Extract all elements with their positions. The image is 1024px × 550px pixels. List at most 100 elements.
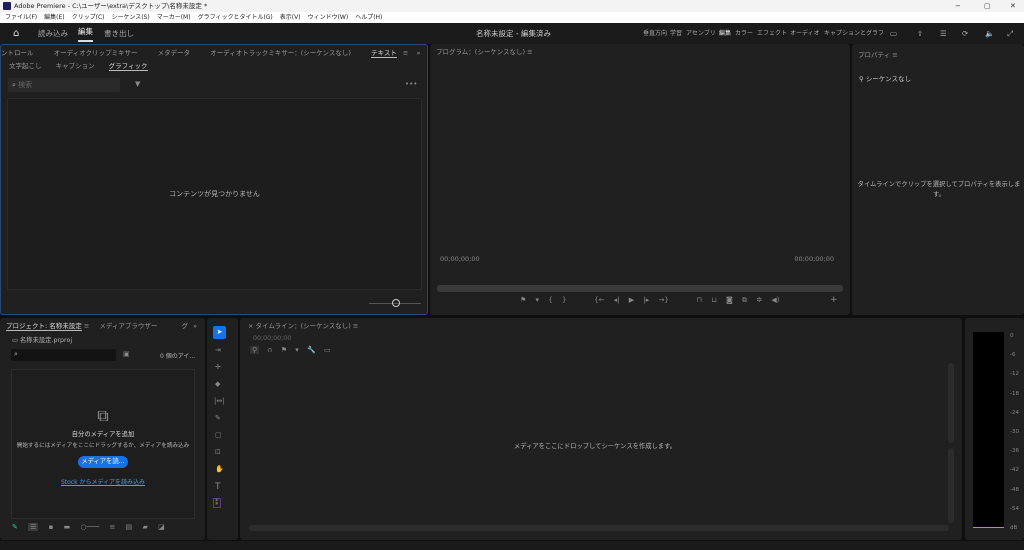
menu-view[interactable]: 表示(V) bbox=[280, 14, 301, 21]
go-to-in-icon[interactable]: {← bbox=[594, 296, 604, 304]
video-track-scrollbar[interactable] bbox=[948, 363, 954, 443]
subtab-transcript[interactable]: 文字起こし bbox=[9, 62, 42, 70]
tab-metadata[interactable]: メタデータ bbox=[158, 49, 191, 57]
workspace-effects[interactable]: エフェクト bbox=[757, 23, 787, 44]
crop-tool-icon[interactable]: ⊡ bbox=[215, 448, 221, 456]
quick-export-icon[interactable]: ☰ bbox=[940, 23, 947, 44]
selection-tool-icon[interactable]: ➤ bbox=[213, 326, 226, 339]
slip-tool-icon[interactable]: |↔| bbox=[214, 397, 225, 405]
camera-icon[interactable]: ◙ bbox=[726, 296, 733, 304]
sort-icon[interactable]: ≡ bbox=[109, 523, 115, 531]
import-media-button[interactable]: メディアを読... bbox=[78, 456, 128, 468]
new-bin-icon[interactable]: ▣ bbox=[123, 350, 130, 358]
media-drop-area[interactable]: ⧉ 自分のメディアを追加 開始するにはメディアをここにドラッグするか、メディアを… bbox=[11, 369, 195, 519]
new-bin-icon[interactable]: ▰ bbox=[142, 523, 147, 531]
more-options-icon[interactable]: ••• bbox=[405, 80, 417, 88]
volume-icon[interactable]: 🔈 bbox=[985, 23, 994, 44]
hand-tool-icon[interactable]: ✋ bbox=[215, 465, 224, 473]
add-marker-icon[interactable]: ▾ bbox=[536, 296, 540, 304]
tab-edit[interactable]: 編集 bbox=[78, 23, 93, 42]
play-icon[interactable]: ▶ bbox=[629, 296, 634, 304]
list-view-icon[interactable]: ☰ bbox=[28, 523, 39, 531]
step-forward-icon[interactable]: |▸ bbox=[643, 296, 649, 304]
fullscreen-icon[interactable]: ⤢ bbox=[1007, 23, 1013, 44]
icon-view-icon[interactable]: ▪ bbox=[49, 523, 54, 531]
workspace-captions[interactable]: キャプションとグラフ bbox=[824, 23, 884, 44]
close-button[interactable]: ✕ bbox=[1010, 0, 1016, 12]
menu-graphics[interactable]: グラフィックとタイトル(G) bbox=[198, 14, 273, 21]
add-marker-icon[interactable]: ▾ bbox=[295, 346, 299, 354]
slider-handle[interactable] bbox=[392, 299, 400, 307]
audio-icon[interactable]: ◀) bbox=[771, 296, 779, 304]
panel-layout-icon[interactable]: ▭ bbox=[890, 23, 897, 44]
panel-menu-icon[interactable]: ≡ bbox=[527, 48, 532, 56]
ripple-edit-tool-icon[interactable]: ✛ bbox=[215, 363, 221, 371]
tab-media-browser[interactable]: メディアブラウザー bbox=[99, 322, 157, 330]
audio-track-scrollbar[interactable] bbox=[948, 448, 954, 523]
freeform-view-icon[interactable]: ▬ bbox=[64, 523, 71, 531]
tab-audio-track-mixer[interactable]: オーディオトラックミキサー：(シーケンスなし) bbox=[210, 49, 351, 57]
subtab-graphics[interactable]: グラフィック bbox=[108, 62, 148, 71]
maximize-button[interactable]: ▢ bbox=[984, 0, 991, 12]
more-tabs-icon[interactable]: » bbox=[416, 49, 420, 57]
add-button-icon[interactable]: + bbox=[830, 295, 838, 305]
workspace-vertical[interactable]: 垂直方向 bbox=[643, 23, 667, 44]
captions-icon[interactable]: ▭ bbox=[324, 346, 331, 354]
wrench-icon[interactable]: 🔧 bbox=[307, 346, 316, 354]
tab-export[interactable]: 書き出し bbox=[104, 23, 134, 44]
go-to-out-icon[interactable]: →} bbox=[659, 296, 669, 304]
search-input[interactable]: ⌕ 検索 bbox=[8, 78, 120, 92]
stock-import-link[interactable]: Stock からメディアを読み込み bbox=[12, 477, 194, 486]
lift-icon[interactable]: ⊓ bbox=[697, 296, 702, 304]
minimize-button[interactable]: − bbox=[955, 0, 961, 12]
tab-graphics-truncated[interactable]: グ bbox=[182, 322, 189, 330]
horizontal-zoom-scrollbar[interactable] bbox=[249, 525, 949, 531]
subtab-captions[interactable]: キャプション bbox=[56, 62, 95, 70]
panel-menu-icon[interactable]: ≡ bbox=[403, 49, 408, 57]
more-tabs-icon[interactable]: » bbox=[193, 322, 197, 330]
settings-icon[interactable]: ✲ bbox=[756, 296, 762, 304]
timeline-timecode[interactable]: 00;00;00;00 bbox=[253, 335, 291, 342]
project-search-input[interactable]: ⌕ bbox=[11, 349, 116, 361]
panel-menu-icon[interactable]: ≡ bbox=[892, 51, 897, 59]
type-tool-icon[interactable]: T bbox=[215, 482, 221, 492]
workspace-assembly[interactable]: アセンブリ bbox=[686, 23, 716, 44]
menu-file[interactable]: ファイル(F) bbox=[5, 14, 37, 21]
workspace-learn[interactable]: 学習 bbox=[670, 23, 682, 44]
snap-icon[interactable]: ∩ bbox=[267, 346, 272, 354]
extract-icon[interactable]: ⊔ bbox=[711, 296, 716, 304]
compare-icon[interactable]: ⧉ bbox=[742, 296, 747, 304]
automate-icon[interactable]: ▤ bbox=[126, 523, 133, 531]
menu-marker[interactable]: マーカー(M) bbox=[157, 14, 191, 21]
share-icon[interactable]: ⇧ bbox=[917, 23, 923, 44]
menu-window[interactable]: ウィンドウ(W) bbox=[308, 14, 349, 21]
playhead-timecode[interactable]: 00;00;00;00 bbox=[440, 255, 480, 263]
track-select-tool-icon[interactable]: ⇥ bbox=[215, 346, 221, 354]
workspace-color[interactable]: カラー bbox=[735, 23, 753, 44]
razor-tool-icon[interactable]: ◆ bbox=[215, 380, 220, 388]
filter-icon[interactable]: ▼ bbox=[135, 80, 140, 88]
close-tab-icon[interactable]: × bbox=[248, 322, 253, 330]
step-back-icon[interactable]: ◂| bbox=[614, 296, 620, 304]
nest-icon[interactable]: ⚲ bbox=[250, 346, 260, 354]
menu-sequence[interactable]: シーケンス(S) bbox=[112, 14, 150, 21]
progress-icon[interactable]: ⟳ bbox=[962, 23, 968, 44]
tab-audio-clip-mixer[interactable]: オーディオクリップミキサー bbox=[54, 49, 138, 57]
rectangle-tool-icon[interactable]: ▢ bbox=[215, 431, 222, 439]
zoom-slider[interactable]: ○─── bbox=[80, 523, 99, 531]
pencil-icon[interactable]: ✎ bbox=[12, 523, 18, 531]
mark-in-icon[interactable]: { bbox=[548, 296, 552, 304]
mark-out-icon[interactable]: } bbox=[562, 296, 566, 304]
scrub-bar[interactable] bbox=[437, 285, 843, 292]
menu-clip[interactable]: クリップ(C) bbox=[72, 14, 105, 21]
tab-project[interactable]: プロジェクト: 名称未設定 bbox=[6, 322, 82, 331]
menu-edit[interactable]: 編集(E) bbox=[44, 14, 64, 21]
tab-effect-controls[interactable]: ントロール bbox=[1, 49, 34, 57]
text-based-edit-icon[interactable]: ⁑ bbox=[213, 498, 221, 508]
workspace-editing[interactable]: 編集 bbox=[719, 23, 731, 44]
panel-menu-icon[interactable]: ≡ bbox=[84, 322, 89, 330]
linked-selection-icon[interactable]: ⚑ bbox=[281, 346, 287, 354]
marker-icon[interactable]: ⚑ bbox=[520, 296, 526, 304]
new-item-icon[interactable]: ◪ bbox=[158, 523, 165, 531]
tab-import[interactable]: 読み込み bbox=[38, 23, 68, 44]
